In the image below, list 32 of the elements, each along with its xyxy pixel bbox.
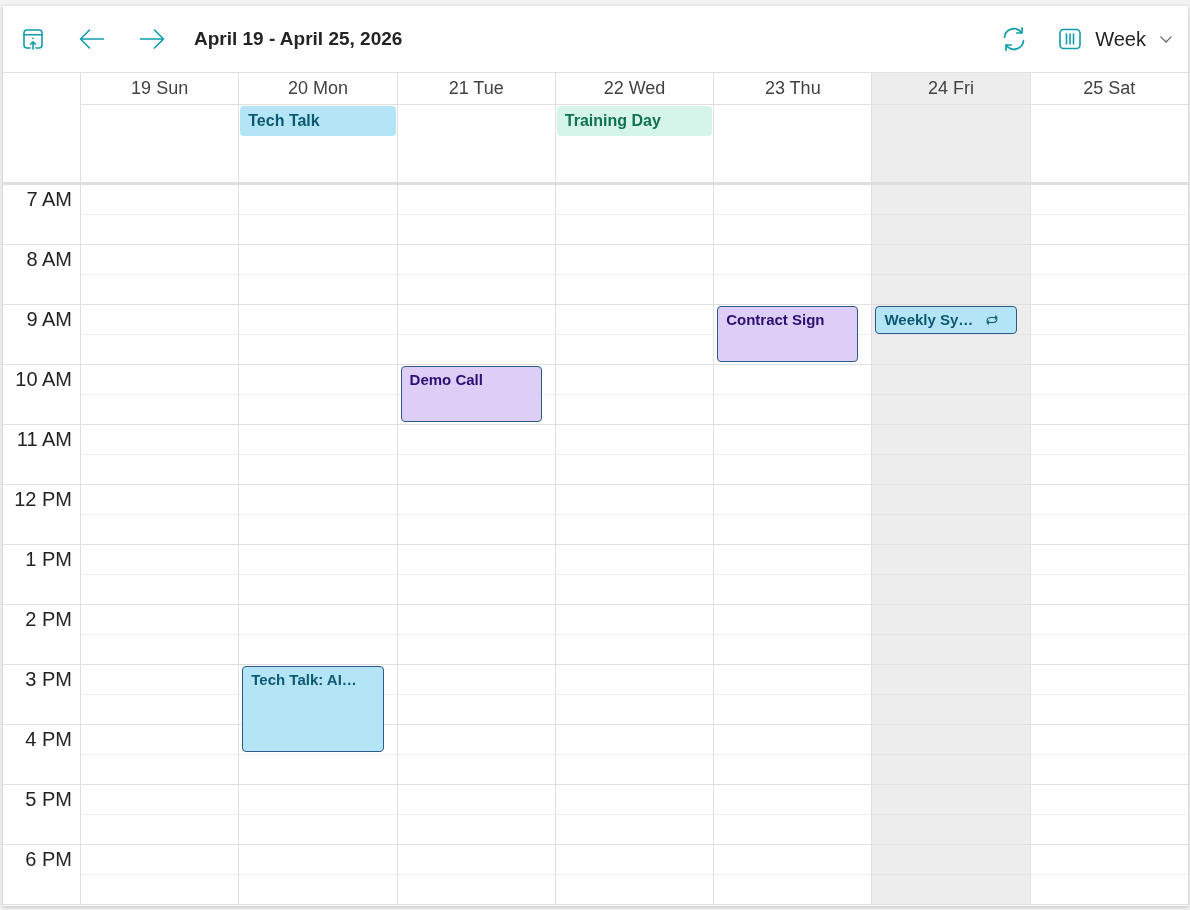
time-label: 4 PM bbox=[25, 728, 72, 750]
arrow-right-icon bbox=[139, 27, 165, 51]
time-label: 12 PM bbox=[14, 488, 72, 510]
time-label: 3 PM bbox=[25, 668, 72, 690]
chevron-down-icon bbox=[1160, 35, 1172, 43]
time-label: 7 AM bbox=[26, 188, 72, 210]
time-label: 1 PM bbox=[25, 548, 72, 570]
time-label: 11 AM bbox=[16, 428, 72, 450]
time-label: 6 PM bbox=[25, 848, 72, 870]
day-header: 22 Wed bbox=[554, 73, 714, 105]
time-label: 10 AM bbox=[15, 368, 72, 390]
time-label: 8 AM bbox=[26, 248, 72, 270]
day-header: 21 Tue bbox=[396, 73, 555, 105]
day-header: 25 Sat bbox=[1029, 73, 1188, 105]
columns-icon bbox=[1059, 28, 1082, 50]
event-block[interactable]: Demo Call bbox=[400, 366, 542, 422]
event-block[interactable]: Weekly Sy… bbox=[875, 306, 1017, 334]
event-block[interactable]: Contract Sign bbox=[717, 306, 859, 362]
day-header: 19 Sun bbox=[80, 73, 239, 105]
event-block[interactable]: Tech Talk: AI… bbox=[242, 666, 384, 752]
arrow-left-icon bbox=[79, 27, 105, 51]
day-header: 20 Mon bbox=[238, 73, 397, 105]
view-dropdown[interactable]: Week bbox=[1054, 22, 1177, 56]
repeat-icon bbox=[985, 314, 1000, 326]
time-label: 9 AM bbox=[26, 308, 72, 330]
all-day-event[interactable]: Training Day bbox=[556, 106, 713, 136]
calendar-arrow-icon bbox=[21, 27, 45, 51]
time-label: 5 PM bbox=[25, 788, 72, 810]
day-header: 24 Fri bbox=[871, 73, 1030, 105]
time-label: 2 PM bbox=[25, 608, 72, 630]
all-day-event[interactable]: Tech Talk bbox=[240, 106, 396, 136]
date-range-title[interactable]: April 19 - April 25, 2026 bbox=[194, 28, 403, 50]
